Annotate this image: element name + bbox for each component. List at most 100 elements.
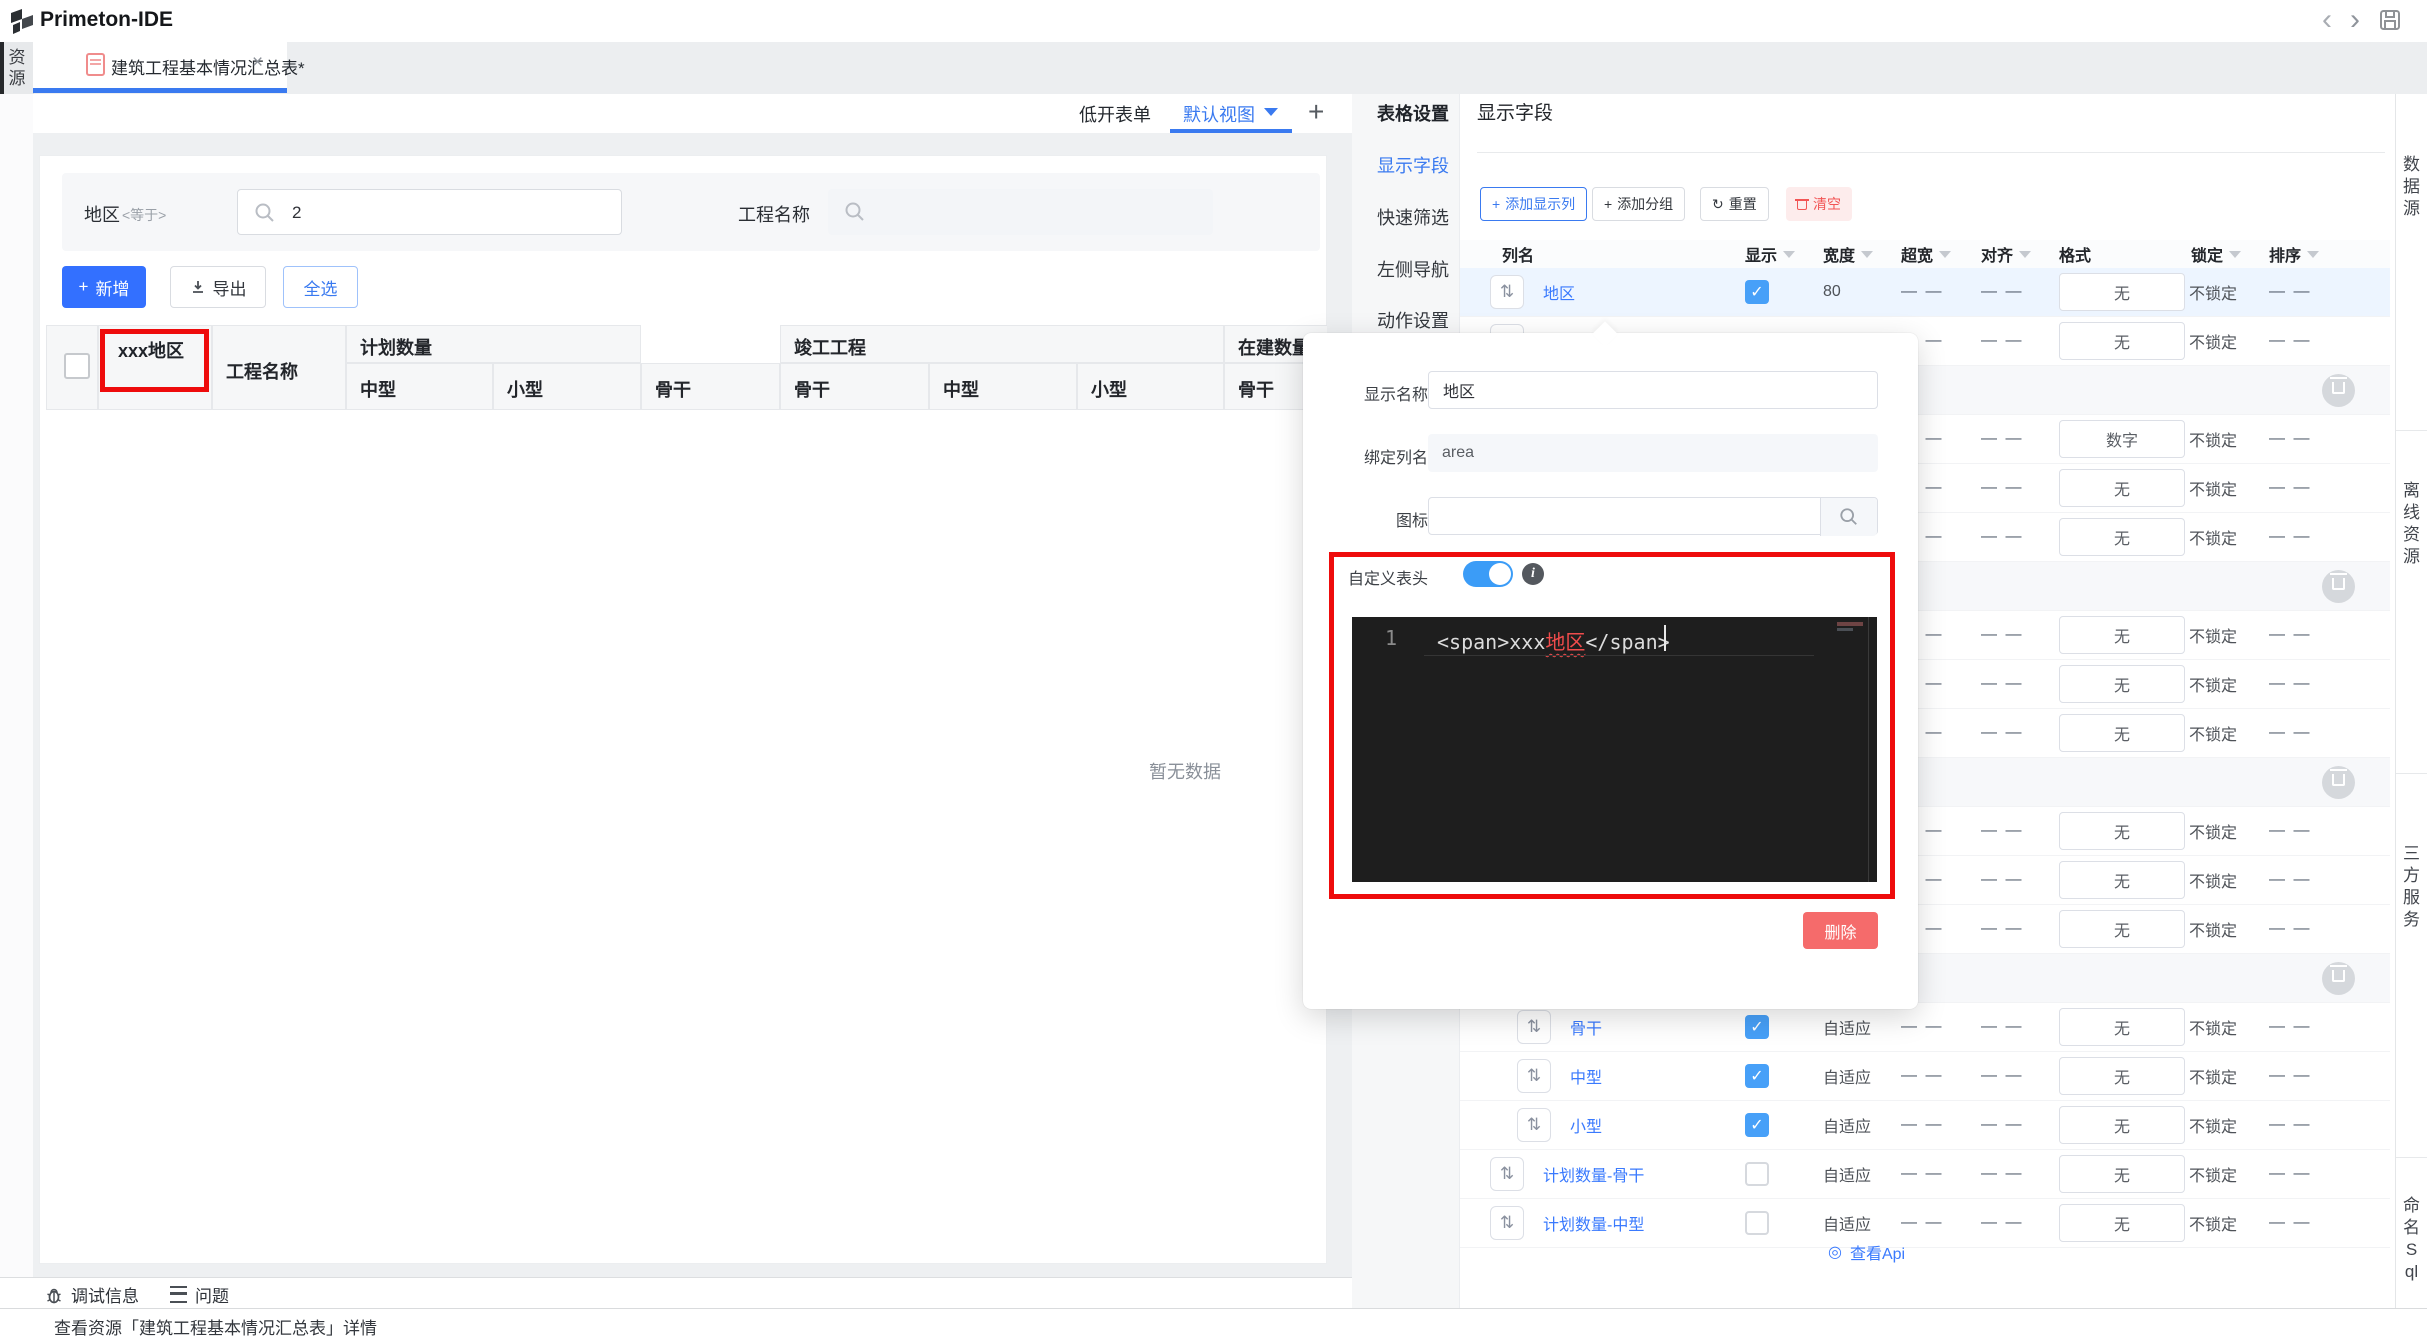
- format-select[interactable]: 无: [2059, 714, 2185, 752]
- align-value[interactable]: — —: [1981, 1052, 2023, 1100]
- show-checkbox[interactable]: [1745, 1211, 1769, 1235]
- drag-handle-icon[interactable]: ⇅: [1517, 1108, 1551, 1142]
- align-value[interactable]: — —: [1981, 268, 2023, 316]
- field-grid-row[interactable]: ⇅ 计划数量-骨干 自适应 — — — — 无 不锁定 — —: [1460, 1150, 2390, 1199]
- sort-value[interactable]: — —: [2269, 807, 2311, 855]
- sort-value[interactable]: — —: [2269, 415, 2311, 463]
- align-value[interactable]: — —: [1981, 317, 2023, 365]
- col-overwide-header[interactable]: 超宽: [1901, 242, 1952, 266]
- align-value[interactable]: — —: [1981, 513, 2023, 561]
- format-select[interactable]: 无: [2059, 861, 2185, 899]
- format-select[interactable]: 无: [2059, 518, 2185, 556]
- delete-group-icon[interactable]: [2322, 962, 2355, 995]
- overwide-value[interactable]: — —: [1901, 1150, 1943, 1198]
- problems-item[interactable]: 问题: [170, 1282, 229, 1307]
- lock-value[interactable]: 不锁定: [2189, 709, 2237, 757]
- lock-value[interactable]: 不锁定: [2189, 660, 2237, 708]
- format-select[interactable]: 无: [2059, 1057, 2185, 1095]
- col-sort-header[interactable]: 排序: [2269, 242, 2320, 266]
- rail-tab-offline-resources[interactable]: 离线资源: [2396, 430, 2427, 774]
- align-value[interactable]: — —: [1981, 1003, 2023, 1051]
- tab-close-icon[interactable]: ×: [252, 52, 263, 74]
- sort-value[interactable]: — —: [2269, 513, 2311, 561]
- header-planned-small[interactable]: 小型: [493, 363, 641, 410]
- lock-value[interactable]: 不锁定: [2189, 1199, 2237, 1247]
- drag-handle-icon[interactable]: ⇅: [1490, 1157, 1524, 1191]
- header-completed-small[interactable]: 小型: [1077, 363, 1224, 410]
- sort-value[interactable]: — —: [2269, 1150, 2311, 1198]
- format-select[interactable]: 无: [2059, 1204, 2185, 1242]
- field-name-link[interactable]: 计划数量-骨干: [1543, 1150, 1644, 1198]
- sort-value[interactable]: — —: [2269, 905, 2311, 953]
- align-value[interactable]: — —: [1981, 1150, 2023, 1198]
- rail-tab-thirdparty-services[interactable]: 三方服务: [2396, 773, 2427, 1158]
- icon-input[interactable]: [1428, 497, 1878, 536]
- format-select[interactable]: 无: [2059, 1155, 2185, 1193]
- overwide-value[interactable]: — —: [1901, 1199, 1943, 1247]
- panel-tab-left-nav[interactable]: 左侧导航: [1377, 256, 1449, 282]
- format-select[interactable]: 无: [2059, 1008, 2185, 1046]
- panel-tab-actions[interactable]: 动作设置: [1377, 307, 1449, 333]
- icon-search-button[interactable]: [1820, 498, 1877, 536]
- display-name-input[interactable]: 地区: [1428, 371, 1878, 409]
- code-line[interactable]: <span>xxx地区</span>: [1437, 626, 1670, 655]
- rail-tab-datasource[interactable]: 数据源: [2396, 94, 2427, 431]
- format-select[interactable]: 无: [2059, 1106, 2185, 1144]
- align-value[interactable]: — —: [1981, 709, 2023, 757]
- lock-value[interactable]: 不锁定: [2189, 1052, 2237, 1100]
- format-select[interactable]: 无: [2059, 910, 2185, 948]
- col-width-header[interactable]: 宽度: [1823, 242, 1874, 266]
- format-select[interactable]: 数字: [2059, 420, 2185, 458]
- format-select[interactable]: 无: [2059, 322, 2185, 360]
- align-value[interactable]: — —: [1981, 1199, 2023, 1247]
- align-value[interactable]: — —: [1981, 1101, 2023, 1149]
- area-search-input[interactable]: [290, 190, 614, 236]
- sort-value[interactable]: — —: [2269, 856, 2311, 904]
- align-value[interactable]: — —: [1981, 905, 2023, 953]
- format-select[interactable]: 无: [2059, 616, 2185, 654]
- delete-group-icon[interactable]: [2322, 374, 2355, 407]
- overwide-value[interactable]: — —: [1901, 268, 1943, 316]
- field-grid-row[interactable]: ⇅ 地区 ✓ 80 — — — — 无 不锁定 — —: [1460, 268, 2390, 317]
- drag-handle-icon[interactable]: ⇅: [1490, 1206, 1524, 1240]
- overwide-value[interactable]: — —: [1901, 1101, 1943, 1149]
- show-checkbox[interactable]: ✓: [1745, 280, 1769, 304]
- default-view-tab[interactable]: 默认视图: [1183, 101, 1255, 127]
- align-value[interactable]: — —: [1981, 611, 2023, 659]
- delete-group-icon[interactable]: [2322, 766, 2355, 799]
- align-value[interactable]: — —: [1981, 660, 2023, 708]
- add-view-button[interactable]: +: [1308, 96, 1324, 128]
- overwide-value[interactable]: — —: [1901, 1003, 1943, 1051]
- clear-button[interactable]: 清空: [1786, 187, 1852, 221]
- delete-button[interactable]: 删除: [1803, 912, 1878, 949]
- col-lock-header[interactable]: 锁定: [2191, 242, 2242, 266]
- sort-value[interactable]: — —: [2269, 268, 2311, 316]
- panel-tab-display-fields[interactable]: 显示字段: [1377, 152, 1449, 178]
- sort-value[interactable]: — —: [2269, 317, 2311, 365]
- header-completed-medium[interactable]: 中型: [929, 363, 1077, 410]
- lock-value[interactable]: 不锁定: [2189, 513, 2237, 561]
- select-all-button[interactable]: 全选: [283, 266, 358, 308]
- code-editor[interactable]: 1 <span>xxx地区</span>: [1352, 617, 1877, 882]
- width-value[interactable]: 80: [1823, 268, 1841, 316]
- lock-value[interactable]: 不锁定: [2189, 807, 2237, 855]
- sort-value[interactable]: — —: [2269, 660, 2311, 708]
- select-all-checkbox[interactable]: [64, 353, 90, 379]
- field-name-link[interactable]: 中型: [1570, 1052, 1602, 1100]
- lock-value[interactable]: 不锁定: [2189, 415, 2237, 463]
- sort-value[interactable]: — —: [2269, 1101, 2311, 1149]
- lock-value[interactable]: 不锁定: [2189, 905, 2237, 953]
- width-value[interactable]: 自适应: [1823, 1101, 1871, 1149]
- lock-value[interactable]: 不锁定: [2189, 1101, 2237, 1149]
- header-project-cell[interactable]: 工程名称: [212, 325, 346, 410]
- drag-handle-icon[interactable]: ⇅: [1517, 1059, 1551, 1093]
- width-value[interactable]: 自适应: [1823, 1052, 1871, 1100]
- header-planned-backbone[interactable]: 骨干: [641, 363, 780, 410]
- show-checkbox[interactable]: [1745, 1162, 1769, 1186]
- project-search-field[interactable]: [828, 189, 1213, 235]
- lock-value[interactable]: 不锁定: [2189, 317, 2237, 365]
- header-completed-backbone[interactable]: 骨干: [780, 363, 929, 410]
- field-name-link[interactable]: 地区: [1543, 268, 1575, 316]
- align-value[interactable]: — —: [1981, 415, 2023, 463]
- show-checkbox[interactable]: ✓: [1745, 1113, 1769, 1137]
